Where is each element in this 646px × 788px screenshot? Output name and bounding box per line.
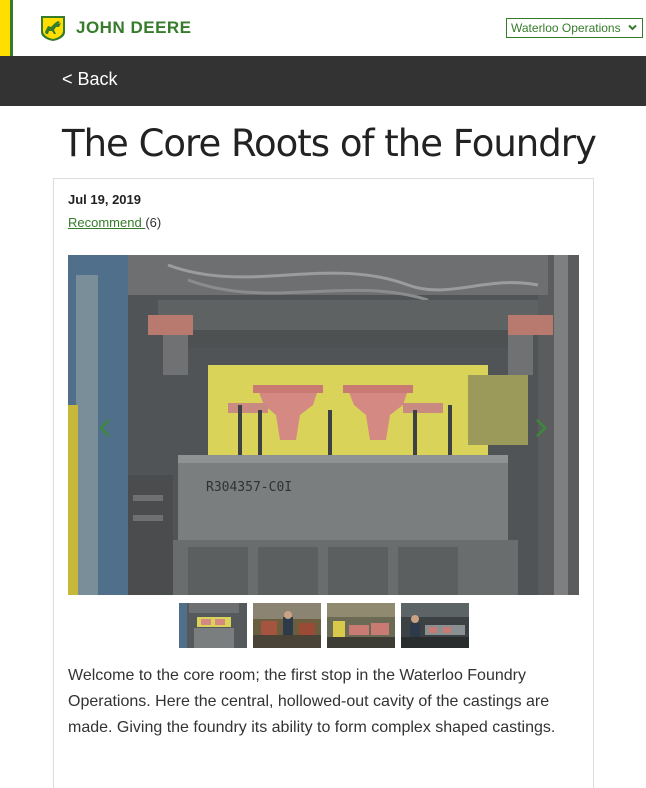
- location-select[interactable]: Waterloo Operations: [506, 18, 643, 38]
- article-hero-image[interactable]: R304357-C0I: [68, 255, 579, 595]
- foundry-core-machine-image: R304357-C0I: [68, 255, 579, 595]
- thumbnail-3[interactable]: [327, 603, 395, 648]
- header-accent-bar: [0, 0, 10, 56]
- chevron-down-icon: [628, 24, 637, 31]
- brand-name: JOHN DEERE: [76, 18, 192, 37]
- article-date: Jul 19, 2019: [68, 192, 141, 207]
- recommend-count: (6): [145, 215, 162, 230]
- image-thumbnails: [179, 603, 469, 648]
- john-deere-logo[interactable]: JOHN DEERE: [38, 14, 192, 42]
- thumbnail-1[interactable]: [179, 603, 247, 648]
- carousel-prev-icon[interactable]: [98, 418, 112, 438]
- thumbnail-2[interactable]: [253, 603, 321, 648]
- site-header: JOHN DEERE Waterloo Operations: [0, 0, 646, 56]
- header-accent-stripe: [10, 0, 13, 56]
- machine-stamp-text: R304357-C0I: [206, 480, 292, 495]
- back-link[interactable]: < Back: [62, 69, 118, 90]
- recommend-row: Recommend (6): [68, 215, 161, 230]
- recommend-link[interactable]: Recommend: [68, 215, 145, 230]
- john-deere-deer-logo-icon: [41, 16, 65, 41]
- article-card: Jul 19, 2019 Recommend (6) R304357-C0I W…: [53, 178, 594, 788]
- location-select-value: Waterloo Operations: [511, 21, 621, 35]
- page-title: The Core Roots of the Foundry: [62, 122, 597, 165]
- thumbnail-4[interactable]: [401, 603, 469, 648]
- article-body: Welcome to the core room; the first stop…: [68, 667, 556, 736]
- nav-bar: < Back: [0, 56, 646, 106]
- carousel-next-icon[interactable]: [534, 418, 548, 438]
